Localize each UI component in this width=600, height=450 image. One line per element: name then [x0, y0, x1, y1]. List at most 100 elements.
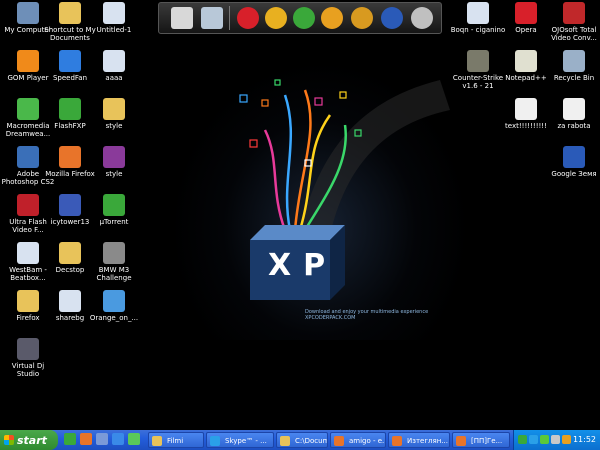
task-button-4[interactable]: amigo - e... — [330, 432, 386, 448]
desktop-icon-label: za rabota — [557, 122, 591, 130]
quicklaunch-firefox-icon[interactable] — [80, 433, 92, 445]
computer-icon — [17, 2, 39, 24]
tray-antivirus-icon[interactable] — [562, 435, 571, 444]
photoshop-icon — [17, 146, 39, 168]
desktop[interactable]: XP Download and enjoy your multimedia ex… — [0, 0, 600, 430]
document-icon — [17, 242, 39, 264]
desktop-icon-label: BMW M3 Challenge — [96, 266, 132, 282]
desktop-icon-label: OJOsoft Total Video Conv... — [551, 26, 597, 42]
wallpaper-site-text: XPCODERPACK.COM — [305, 315, 356, 321]
text-file-icon — [515, 98, 537, 120]
dock-separator — [229, 6, 230, 30]
wallpaper-tagline: Download and enjoy your multimedia exper… — [305, 309, 428, 321]
folder-icon — [59, 2, 81, 24]
dock-rocketdock-icon[interactable] — [351, 7, 373, 29]
desktop-icon-label: style — [105, 122, 123, 130]
task-button-1[interactable]: Filmi — [148, 432, 204, 448]
winrar-icon — [103, 146, 125, 168]
dreamweaver-icon — [17, 98, 39, 120]
task-button-5[interactable]: Изтеглян... — [388, 432, 450, 448]
opera-icon — [515, 2, 537, 24]
task-label: Filmi — [167, 437, 184, 445]
wallpaper-logo-text: XP — [268, 248, 338, 283]
notepad-icon — [515, 50, 537, 72]
task-label: amigo - e... — [349, 437, 386, 445]
dock-recycle-bin-icon[interactable] — [201, 7, 223, 29]
desktop-icon-label: Untitled-1 — [96, 26, 132, 34]
desktop-icon-google[interactable]: Google Земя — [546, 146, 600, 178]
task-button-6[interactable]: [ПП]Ге... — [452, 432, 510, 448]
quicklaunch-ie-icon[interactable] — [112, 433, 124, 445]
tray-network-icon[interactable] — [518, 435, 527, 444]
clock[interactable]: 11:52 — [573, 430, 596, 450]
document-icon — [103, 2, 125, 24]
counter-strike-icon — [467, 50, 489, 72]
folder-icon — [17, 290, 39, 312]
flashfxp-icon — [59, 98, 81, 120]
quicklaunch-utorrent-icon[interactable] — [64, 433, 76, 445]
desktop-icon-ojosoft-total-video-conv[interactable]: OJOsoft Total Video Conv... — [546, 2, 600, 42]
dock-google-earth-icon[interactable] — [381, 7, 403, 29]
gom-player-icon — [17, 50, 39, 72]
desktop-icon-aaaa[interactable]: aaaa — [86, 50, 142, 82]
desktop-icon-bmw-m3-challenge[interactable]: BMW M3 Challenge — [86, 242, 142, 282]
task-label: [ПП]Ге... — [471, 437, 503, 445]
desktop-icon-orange-on[interactable]: Orange_on_... — [86, 290, 142, 322]
document-icon — [103, 50, 125, 72]
dock-chrome-icon[interactable] — [265, 7, 287, 29]
image-icon — [103, 290, 125, 312]
recycle-bin-icon — [563, 50, 585, 72]
task-button-3[interactable]: C:\Docum... — [276, 432, 328, 448]
task-app-icon — [392, 436, 402, 446]
dock-opera-icon[interactable] — [237, 7, 259, 29]
document-icon — [59, 290, 81, 312]
desktop-icon-label: aaaa — [105, 74, 123, 82]
quicklaunch-messenger-icon[interactable] — [128, 433, 140, 445]
speedfan-icon — [59, 50, 81, 72]
task-label: C:\Docum... — [295, 437, 328, 445]
firefox-icon — [59, 146, 81, 168]
system-tray: 11:52 — [513, 430, 600, 450]
desktop-icon-label: µTorrent — [99, 218, 129, 226]
audio-file-icon — [467, 2, 489, 24]
desktop-icon-virtual-dj-studio[interactable]: Virtual Dj Studio — [0, 338, 56, 378]
tray-utorrent-icon[interactable] — [540, 435, 549, 444]
desktop-icon-label: Virtual Dj Studio — [11, 362, 45, 378]
dock-flashfxp-icon[interactable] — [293, 7, 315, 29]
dock-winamp-icon[interactable] — [321, 7, 343, 29]
desktop-icon-label: Orange_on_... — [89, 314, 139, 322]
task-app-icon — [456, 436, 466, 446]
desktop-icon-recycle-bin[interactable]: Recycle Bin — [546, 50, 600, 82]
desktop-icon-torrent[interactable]: µTorrent — [86, 194, 142, 226]
quicklaunch-show-desktop-icon[interactable] — [96, 433, 108, 445]
task-label: Изтеглян... — [407, 437, 448, 445]
folder-icon — [59, 242, 81, 264]
desktop-icon-label: Recycle Bin — [553, 74, 595, 82]
utorrent-icon — [103, 194, 125, 216]
desktop-icon-style[interactable]: style — [86, 98, 142, 130]
start-button[interactable]: start — [0, 430, 58, 450]
icytower-icon — [59, 194, 81, 216]
task-button-2[interactable]: Skype™ - ... — [206, 432, 274, 448]
dock-document-icon[interactable] — [171, 7, 193, 29]
task-app-icon — [280, 436, 290, 446]
tray-volume-icon[interactable] — [551, 435, 560, 444]
windows-flag-icon — [4, 435, 14, 445]
ojosoft-icon — [563, 2, 585, 24]
tray-skype-icon[interactable] — [529, 435, 538, 444]
desktop-icon-style[interactable]: style — [86, 146, 142, 178]
desktop-icon-untitled-1[interactable]: Untitled-1 — [86, 2, 142, 34]
rocket-dock — [158, 2, 442, 34]
desktop-icon-za-rabota[interactable]: za rabota — [546, 98, 600, 130]
text-file-icon — [563, 98, 585, 120]
desktop-icon-label: style — [105, 170, 123, 178]
dock-tools-icon[interactable] — [411, 7, 433, 29]
folder-icon — [103, 98, 125, 120]
task-app-icon — [152, 436, 162, 446]
virtual-dj-icon — [17, 338, 39, 360]
desktop-icon-label: Google Земя — [551, 170, 597, 178]
ultra-flash-icon — [17, 194, 39, 216]
task-app-icon — [210, 436, 220, 446]
start-label: start — [17, 433, 47, 447]
task-label: Skype™ - ... — [225, 437, 267, 445]
